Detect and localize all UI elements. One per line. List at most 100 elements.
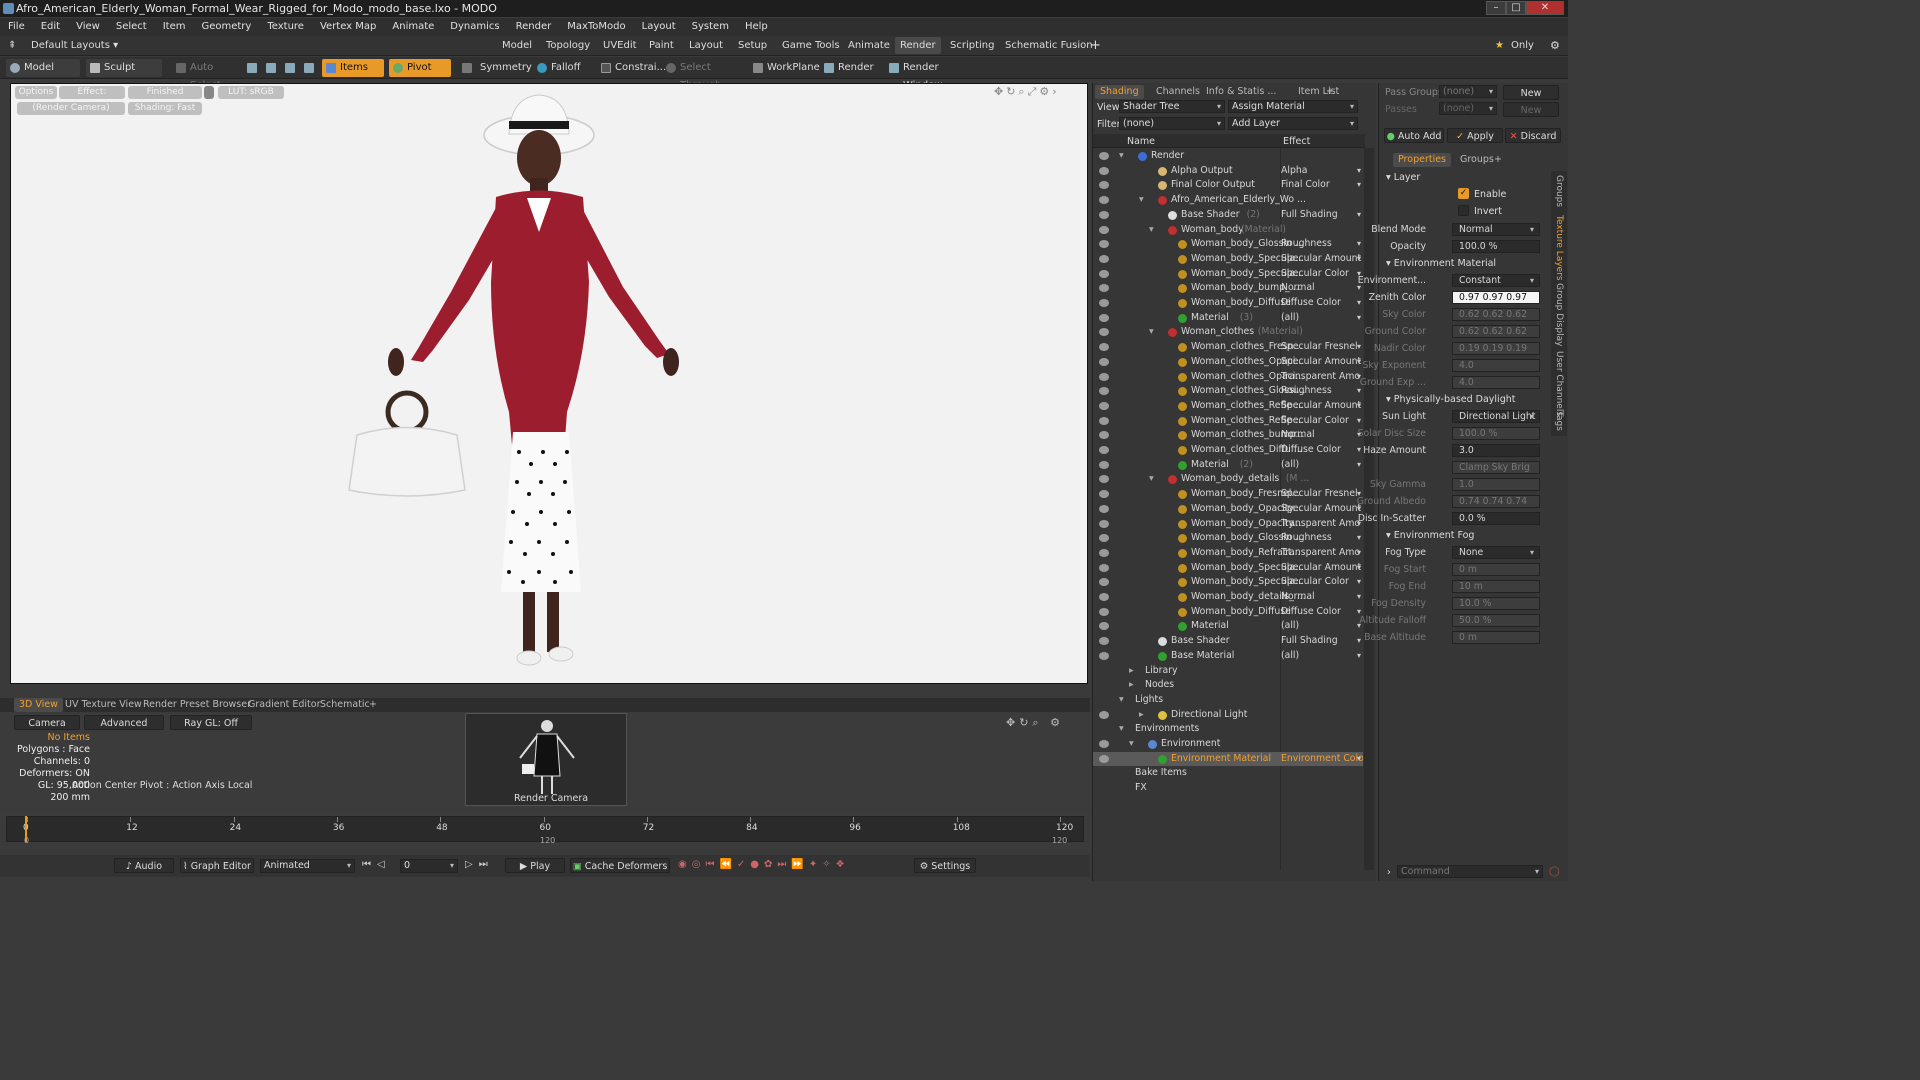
tree-row[interactable]: Woman_body_Refract... Transparent Amo ... [1093, 546, 1363, 561]
close-button[interactable]: ✕ [1526, 1, 1564, 15]
new-pass-button[interactable]: New [1503, 102, 1559, 117]
visibility-eye-icon[interactable] [1099, 328, 1109, 337]
render-window-button[interactable]: Render Window [885, 59, 975, 91]
pivot-mode-button[interactable]: Pivot [389, 59, 451, 77]
visibility-eye-icon[interactable] [1099, 754, 1109, 763]
menu-geometry[interactable]: Geometry [193, 18, 259, 36]
visibility-eye-icon[interactable] [1099, 357, 1109, 366]
tree-item-effect[interactable]: (all) [1281, 619, 1363, 634]
falloff-button[interactable]: Falloff [533, 59, 593, 77]
passes-dropdown[interactable]: (none) [1439, 102, 1497, 115]
enable-checkbox[interactable]: ✓ [1458, 188, 1469, 199]
visibility-eye-icon[interactable] [1099, 431, 1109, 440]
property-value[interactable]: 0.74 0.74 0.74 [1452, 495, 1540, 508]
menu-file[interactable]: File [0, 18, 33, 36]
tab-scripting[interactable]: Scripting [945, 37, 999, 54]
tree-item-effect[interactable]: Specular Amount [1281, 252, 1363, 267]
tree-row[interactable]: Woman_body_details_ ... Normal [1093, 590, 1363, 605]
tree-row[interactable]: Base Material (all) [1093, 649, 1363, 664]
visibility-eye-icon[interactable] [1099, 240, 1109, 249]
polygon-select-icon[interactable] [284, 59, 296, 77]
visibility-eye-icon[interactable] [1099, 548, 1109, 557]
tab-layout[interactable]: Layout [684, 37, 728, 54]
camera-button[interactable]: Camera [14, 715, 80, 730]
expand-arrow-icon[interactable]: ▾ [1149, 223, 1154, 238]
tree-row[interactable]: Woman_clothes_Opaci... Specular Amount [1093, 355, 1363, 370]
visibility-eye-icon[interactable] [1099, 740, 1109, 748]
visibility-eye-icon[interactable] [1099, 504, 1109, 513]
material-select-icon[interactable] [303, 59, 315, 77]
dropdown-chevron-icon[interactable]: ▾ [1530, 274, 1534, 288]
tree-row[interactable]: ▾ Afro_American_Elderly_Wo ... [1093, 193, 1363, 208]
ray-gl-button[interactable]: Ray GL: Off [170, 715, 252, 730]
tree-row[interactable]: Woman_body_Glossin ... Roughness [1093, 531, 1363, 546]
tree-row[interactable]: Material (2) (all) [1093, 458, 1363, 473]
property-value[interactable]: 3.0 [1452, 444, 1540, 457]
tab-setup[interactable]: Setup [733, 37, 772, 54]
tree-item-effect[interactable]: Full Shading [1281, 208, 1363, 223]
visibility-eye-icon[interactable] [1099, 651, 1109, 660]
visibility-eye-icon[interactable] [1099, 181, 1109, 190]
menu-help[interactable]: Help [737, 18, 776, 36]
constrain-button[interactable]: Constrai... [597, 59, 666, 77]
sculpt-mode-button[interactable]: Sculpt [86, 59, 162, 77]
property-value[interactable]: 4.0 [1452, 376, 1540, 389]
property-value[interactable]: 10.0 % [1452, 597, 1540, 610]
audio-button[interactable]: ♪ Audio [114, 858, 174, 873]
tree-item-effect[interactable]: Roughness [1281, 531, 1363, 546]
menu-item[interactable]: Item [155, 18, 194, 36]
render-button[interactable]: Render [820, 59, 878, 77]
side-tab-texture-layers[interactable]: Texture Layers [1554, 215, 1564, 281]
lock-icon[interactable] [204, 86, 214, 99]
visibility-eye-icon[interactable] [1099, 343, 1109, 352]
filter-dropdown[interactable]: (none) [1119, 117, 1225, 130]
tree-row[interactable]: Alpha Output Alpha [1093, 164, 1363, 179]
menu-render[interactable]: Render [508, 18, 560, 36]
expand-arrow-icon[interactable]: ▾ [1149, 472, 1154, 487]
tree-row[interactable]: Woman_body_Opacity... Transparent Amo ... [1093, 517, 1363, 532]
property-value[interactable]: Constant [1452, 274, 1540, 287]
tree-row[interactable]: ▸ Nodes [1093, 678, 1363, 693]
visibility-eye-icon[interactable] [1099, 269, 1109, 278]
visibility-eye-icon[interactable] [1099, 210, 1109, 219]
visibility-eye-icon[interactable] [1099, 372, 1109, 381]
layer-section-header[interactable]: ▾ Layer [1386, 172, 1420, 183]
tree-row[interactable]: Woman_clothes_Refle ... Specular Color [1093, 414, 1363, 429]
visibility-eye-icon[interactable] [1099, 166, 1109, 175]
expand-arrow-icon[interactable]: ▾ [1149, 325, 1154, 340]
property-value[interactable]: Directional Light [1452, 410, 1540, 423]
3d-viewport[interactable]: Options Effect: (Shadi... Finished LUT: … [10, 83, 1088, 684]
visibility-eye-icon[interactable] [1099, 519, 1109, 528]
add-props-tab-button[interactable]: + [1489, 153, 1507, 167]
assign-material-dropdown[interactable]: Assign Material [1228, 100, 1358, 113]
tree-row[interactable]: Material (all) [1093, 619, 1363, 634]
tab-model[interactable]: Model [497, 37, 537, 54]
advanced-button[interactable]: Advanced [84, 715, 164, 730]
visibility-eye-icon[interactable] [1099, 387, 1109, 396]
tree-row[interactable]: ▾ Environments [1093, 722, 1363, 737]
tree-row[interactable]: Woman_body_Specula... Specular Amount [1093, 561, 1363, 576]
add-bottom-tab-button[interactable]: + [364, 698, 382, 712]
expand-arrow-icon[interactable]: ▸ [1139, 708, 1144, 723]
layout-pin-icon[interactable]: ⇞ [8, 40, 16, 51]
tree-row[interactable]: ▾ Render [1093, 149, 1363, 164]
property-value[interactable]: 4.0 [1452, 359, 1540, 372]
property-value[interactable]: 0.19 0.19 0.19 [1452, 342, 1540, 355]
minimize-button[interactable]: – [1486, 1, 1506, 15]
add-panel-tab-button[interactable]: + [1321, 85, 1339, 99]
playhead[interactable] [25, 816, 27, 842]
tree-item-effect[interactable]: Diffuse Color [1281, 605, 1363, 620]
visibility-eye-icon[interactable] [1099, 593, 1109, 601]
visibility-eye-icon[interactable] [1099, 490, 1109, 499]
menu-texture[interactable]: Texture [259, 18, 312, 36]
tree-item-effect[interactable]: Final Color [1281, 178, 1363, 193]
dropdown-chevron-icon[interactable]: ▾ [1530, 223, 1534, 237]
property-value[interactable]: 50.0 % [1452, 614, 1540, 627]
tab-channels[interactable]: Channels [1151, 85, 1205, 99]
auto-select-button[interactable]: Auto Select [172, 59, 242, 91]
tree-row[interactable]: Woman_body_Glossin ... Roughness [1093, 237, 1363, 252]
settings-button[interactable]: ⚙ Settings [914, 858, 976, 873]
gear-icon[interactable]: ⚙ [1545, 37, 1565, 54]
add-tab-button[interactable]: + [1085, 37, 1106, 54]
property-value[interactable]: 0 m [1452, 631, 1540, 644]
